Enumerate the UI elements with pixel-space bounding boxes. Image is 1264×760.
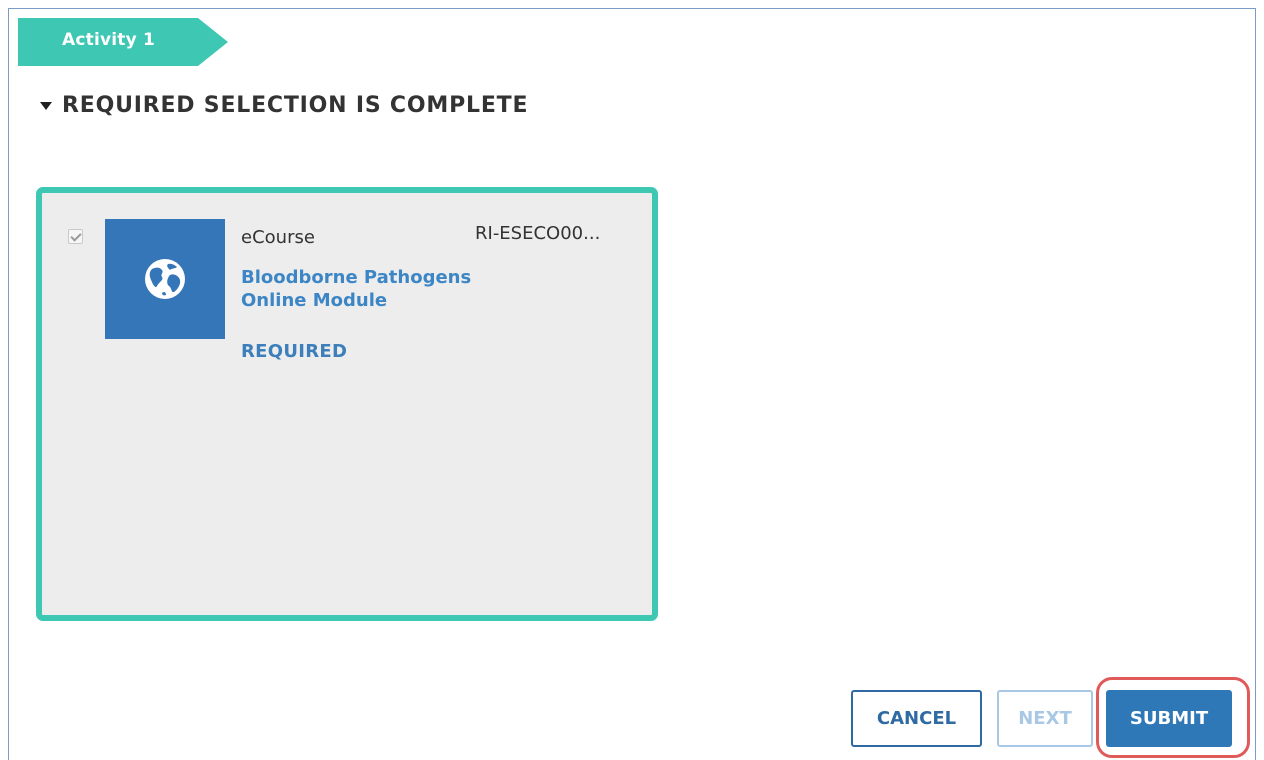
learning-item-card[interactable]: eCourse RI-ESECO00... Bloodborne Pathoge…	[36, 187, 658, 621]
item-code: RI-ESECO00...	[475, 223, 601, 244]
item-thumbnail	[105, 219, 225, 339]
item-status-label: REQUIRED	[241, 341, 348, 362]
section-title: REQUIRED SELECTION IS COMPLETE	[62, 92, 529, 118]
submit-button[interactable]: SUBMIT	[1106, 690, 1232, 747]
globe-icon	[145, 259, 185, 299]
section-header[interactable]: REQUIRED SELECTION IS COMPLETE	[40, 90, 528, 120]
item-checkbox[interactable]	[68, 229, 83, 244]
activity-tag: Activity 1	[18, 18, 228, 66]
item-content-type: eCourse	[241, 227, 315, 248]
next-button[interactable]: NEXT	[997, 690, 1093, 747]
activity-label: Activity 1	[62, 30, 156, 50]
item-title-link[interactable]: Bloodborne Pathogens Online Module	[241, 266, 521, 312]
caret-down-icon[interactable]	[40, 102, 52, 110]
cancel-button[interactable]: CANCEL	[851, 690, 982, 747]
